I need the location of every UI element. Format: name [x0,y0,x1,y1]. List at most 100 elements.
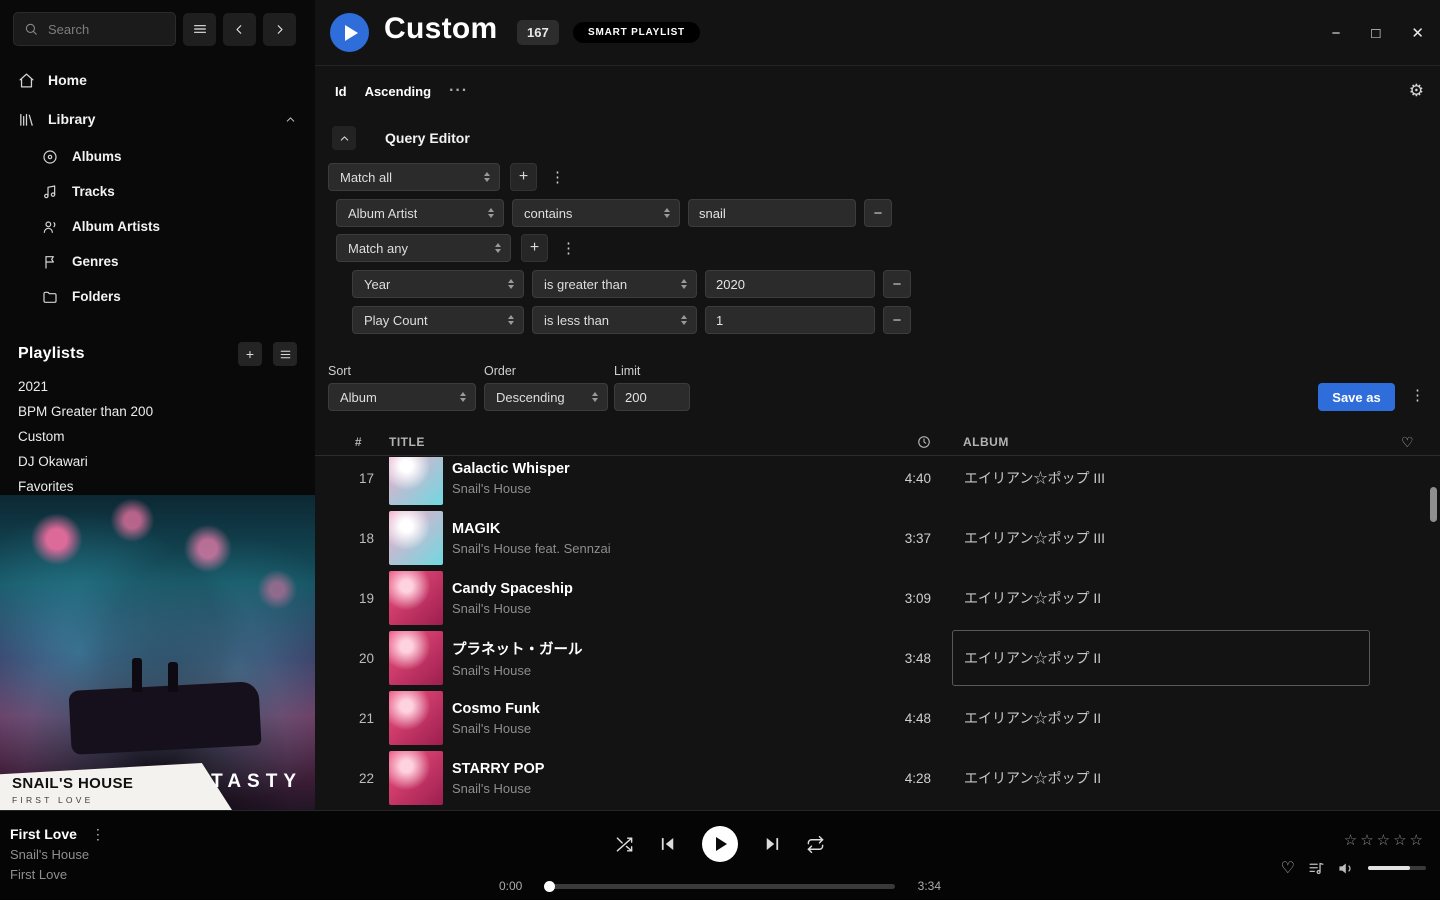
add-rule-button[interactable]: + [510,163,537,191]
track-duration: 4:48 [861,711,931,726]
menu-button[interactable] [183,13,216,46]
track-album[interactable]: エイリアン☆ポップ III [952,510,1370,566]
rating-stars[interactable]: ☆☆☆☆☆ [1344,831,1426,849]
track-number: 17 [343,471,374,486]
playlist-item[interactable]: DJ Okawari [0,449,315,474]
sidebar-item-tracks[interactable]: Tracks [0,174,315,209]
seek-handle[interactable] [544,881,555,892]
toolbar-more-button[interactable]: ··· [449,82,468,100]
now-playing-menu-button[interactable]: ⋮ [91,826,105,843]
playlist-item[interactable]: 2021 [0,374,315,399]
track-album[interactable]: エイリアン☆ポップ II [952,750,1370,806]
sidebar-item-folders[interactable]: Folders [0,279,315,314]
index-column-header[interactable]: # [343,435,374,449]
rule-group-menu-button[interactable]: ⋮ [547,168,568,186]
shuffle-button[interactable] [615,835,634,854]
sidebar-item-album-artists[interactable]: Album Artists [0,209,315,244]
sort-direction-button[interactable]: Ascending [365,84,431,99]
rule-field-select[interactable]: Album Artist [336,199,504,227]
rule-operator-select[interactable]: contains [512,199,680,227]
album-art-thumbnail [389,631,443,685]
play-playlist-button[interactable] [330,13,369,52]
track-album[interactable]: エイリアン☆ポップ II [952,690,1370,746]
scrollbar-thumb[interactable] [1430,487,1437,522]
star-icon[interactable]: ☆ [1377,832,1393,849]
rule-group-menu-button[interactable]: ⋮ [558,239,579,257]
chevron-up-icon [284,113,297,126]
sidebar-item-albums[interactable]: Albums [0,139,315,174]
rule-value-input[interactable] [688,199,856,227]
previous-track-button[interactable] [659,835,677,853]
select-chevrons-icon [487,243,501,253]
nav-forward-button[interactable] [263,13,296,46]
table-row[interactable]: 22STARRY POPSnail's House4:28エイリアン☆ポップ I… [315,748,1440,808]
play-pause-button[interactable] [702,826,738,862]
sidebar-item-genres[interactable]: Genres [0,244,315,279]
favorite-column-header[interactable]: ♡ [1370,434,1414,451]
table-row[interactable]: 17Galactic WhisperSnail's House4:40エイリアン… [315,457,1440,508]
nav-back-button[interactable] [223,13,256,46]
star-icon[interactable]: ☆ [1410,832,1426,849]
play-icon [345,25,358,41]
rule-value-input[interactable] [705,270,875,298]
queue-button[interactable] [1308,860,1325,877]
sidebar-item-library[interactable]: Library [0,101,315,137]
select-chevrons-icon [673,315,687,325]
favorite-button[interactable]: ♡ [1281,858,1295,878]
query-menu-button[interactable]: ⋮ [1407,386,1428,404]
title-column-header[interactable]: TITLE [389,435,861,449]
playlist-item[interactable]: BPM Greater than 200 [0,399,315,424]
star-icon[interactable]: ☆ [1360,832,1376,849]
add-playlist-button[interactable]: + [238,342,262,366]
rule-operator-select[interactable]: is greater than [532,270,697,298]
list-toolbar: Id Ascending ··· ⚙ [315,79,1440,103]
rule-operator-select[interactable]: is less than [532,306,697,334]
table-row[interactable]: 18MAGIKSnail's House feat. Sennzai3:37エイ… [315,508,1440,568]
table-row[interactable]: 20プラネット・ガールSnail's House3:48エイリアン☆ポップ II [315,628,1440,688]
star-icon[interactable]: ☆ [1344,832,1360,849]
remove-rule-button[interactable]: − [883,270,911,298]
repeat-button[interactable] [806,835,825,854]
playlist-item[interactable]: Custom [0,424,315,449]
track-album[interactable]: エイリアン☆ポップ II [952,630,1370,686]
now-playing-artist[interactable]: Snail's House [10,844,105,864]
limit-input[interactable] [614,383,690,411]
match-type-select[interactable]: Match all [328,163,500,191]
query-editor-collapse-button[interactable] [332,126,356,150]
star-icon[interactable]: ☆ [1393,832,1409,849]
duration-column-header[interactable] [861,435,931,449]
table-row[interactable]: 19Candy SpaceshipSnail's House3:09エイリアン☆… [315,568,1440,628]
select-chevrons-icon [500,279,514,289]
select-chevrons-icon [673,279,687,289]
volume-button[interactable] [1338,860,1355,877]
playlist-list-button[interactable] [273,342,297,366]
sort-select[interactable]: Album [328,383,476,411]
track-artist: Snail's House [452,601,861,616]
rule-value-input[interactable] [705,306,875,334]
maximize-button[interactable]: □ [1371,25,1380,42]
search-input[interactable] [46,21,165,38]
order-select[interactable]: Descending [484,383,608,411]
artwork-album: FIRST LOVE [12,795,232,805]
now-playing-title[interactable]: First Love [10,826,77,842]
album-column-header[interactable]: ALBUM [952,435,1370,449]
table-row[interactable]: 21Cosmo FunkSnail's House4:48エイリアン☆ポップ I… [315,688,1440,748]
sort-field-button[interactable]: Id [335,84,347,99]
group-match-type-select[interactable]: Match any [336,234,511,262]
track-album[interactable]: エイリアン☆ポップ II [952,570,1370,626]
volume-slider[interactable] [1368,866,1426,870]
seek-slider[interactable] [545,884,895,889]
rule-field-select[interactable]: Year [352,270,524,298]
minimize-button[interactable]: − [1332,25,1341,42]
remove-rule-button[interactable]: − [864,199,892,227]
close-button[interactable]: ✕ [1411,24,1424,42]
now-playing-album[interactable]: First Love [10,864,105,884]
track-album[interactable]: エイリアン☆ポップ III [952,457,1370,506]
next-track-button[interactable] [763,835,781,853]
sidebar-item-home[interactable]: Home [0,62,315,98]
add-rule-button[interactable]: + [521,234,548,262]
remove-rule-button[interactable]: − [883,306,911,334]
save-as-button[interactable]: Save as [1318,383,1395,411]
settings-gear-icon[interactable]: ⚙ [1409,81,1424,101]
rule-field-select[interactable]: Play Count [352,306,524,334]
